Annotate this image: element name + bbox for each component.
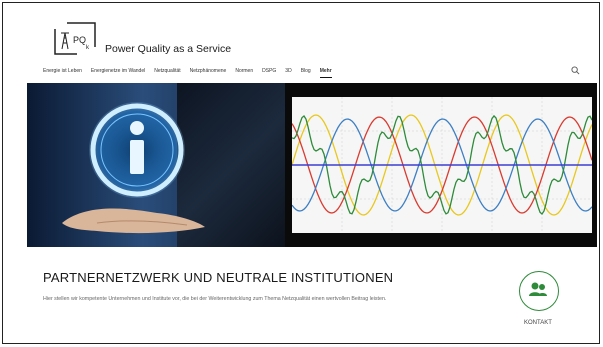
page-frame: PQ k Power Quality as a Service Energie …	[2, 2, 600, 344]
nav-item-energie-ist-leben[interactable]: Energie ist Leben	[43, 64, 82, 78]
nav-item-mehr[interactable]: Mehr	[319, 64, 332, 78]
hero-banner	[27, 83, 597, 247]
info-icon	[89, 102, 185, 198]
nav-item-blog[interactable]: Blog	[301, 64, 311, 78]
nav-item-normen[interactable]: Normen	[235, 64, 253, 78]
page-title: PARTNERNETZWERK UND NEUTRALE INSTITUTION…	[43, 270, 394, 285]
open-hand	[62, 208, 205, 234]
site-header: PQ k Power Quality as a Service Energie …	[3, 3, 599, 78]
company-logo[interactable]: PQ k	[53, 21, 97, 55]
nav-item-dspg[interactable]: DSPG	[262, 64, 276, 78]
intro-text: Hier stellen wir kompetente Unternehmen …	[43, 296, 387, 302]
contact-button[interactable]	[519, 271, 559, 311]
svg-text:PQ: PQ	[73, 35, 86, 45]
hero-photo	[27, 83, 285, 247]
brand-name[interactable]: Power Quality as a Service	[105, 43, 231, 55]
people-icon	[529, 282, 547, 296]
nav-item-netzphaenomene[interactable]: Netzphänomene	[190, 64, 227, 78]
nav-item-3d[interactable]: 3D	[285, 64, 291, 78]
nav-item-energienetze[interactable]: Energienetze im Wandel	[91, 64, 145, 78]
contact-label[interactable]: KONTAKT	[524, 320, 552, 326]
svg-text:k: k	[86, 45, 90, 51]
nav-item-netzqualitaet[interactable]: Netzqualität	[154, 64, 180, 78]
power-waveform-chart	[292, 97, 592, 233]
search-icon[interactable]	[571, 66, 580, 75]
main-nav: Energie ist Leben Energienetze im Wandel…	[43, 64, 341, 78]
